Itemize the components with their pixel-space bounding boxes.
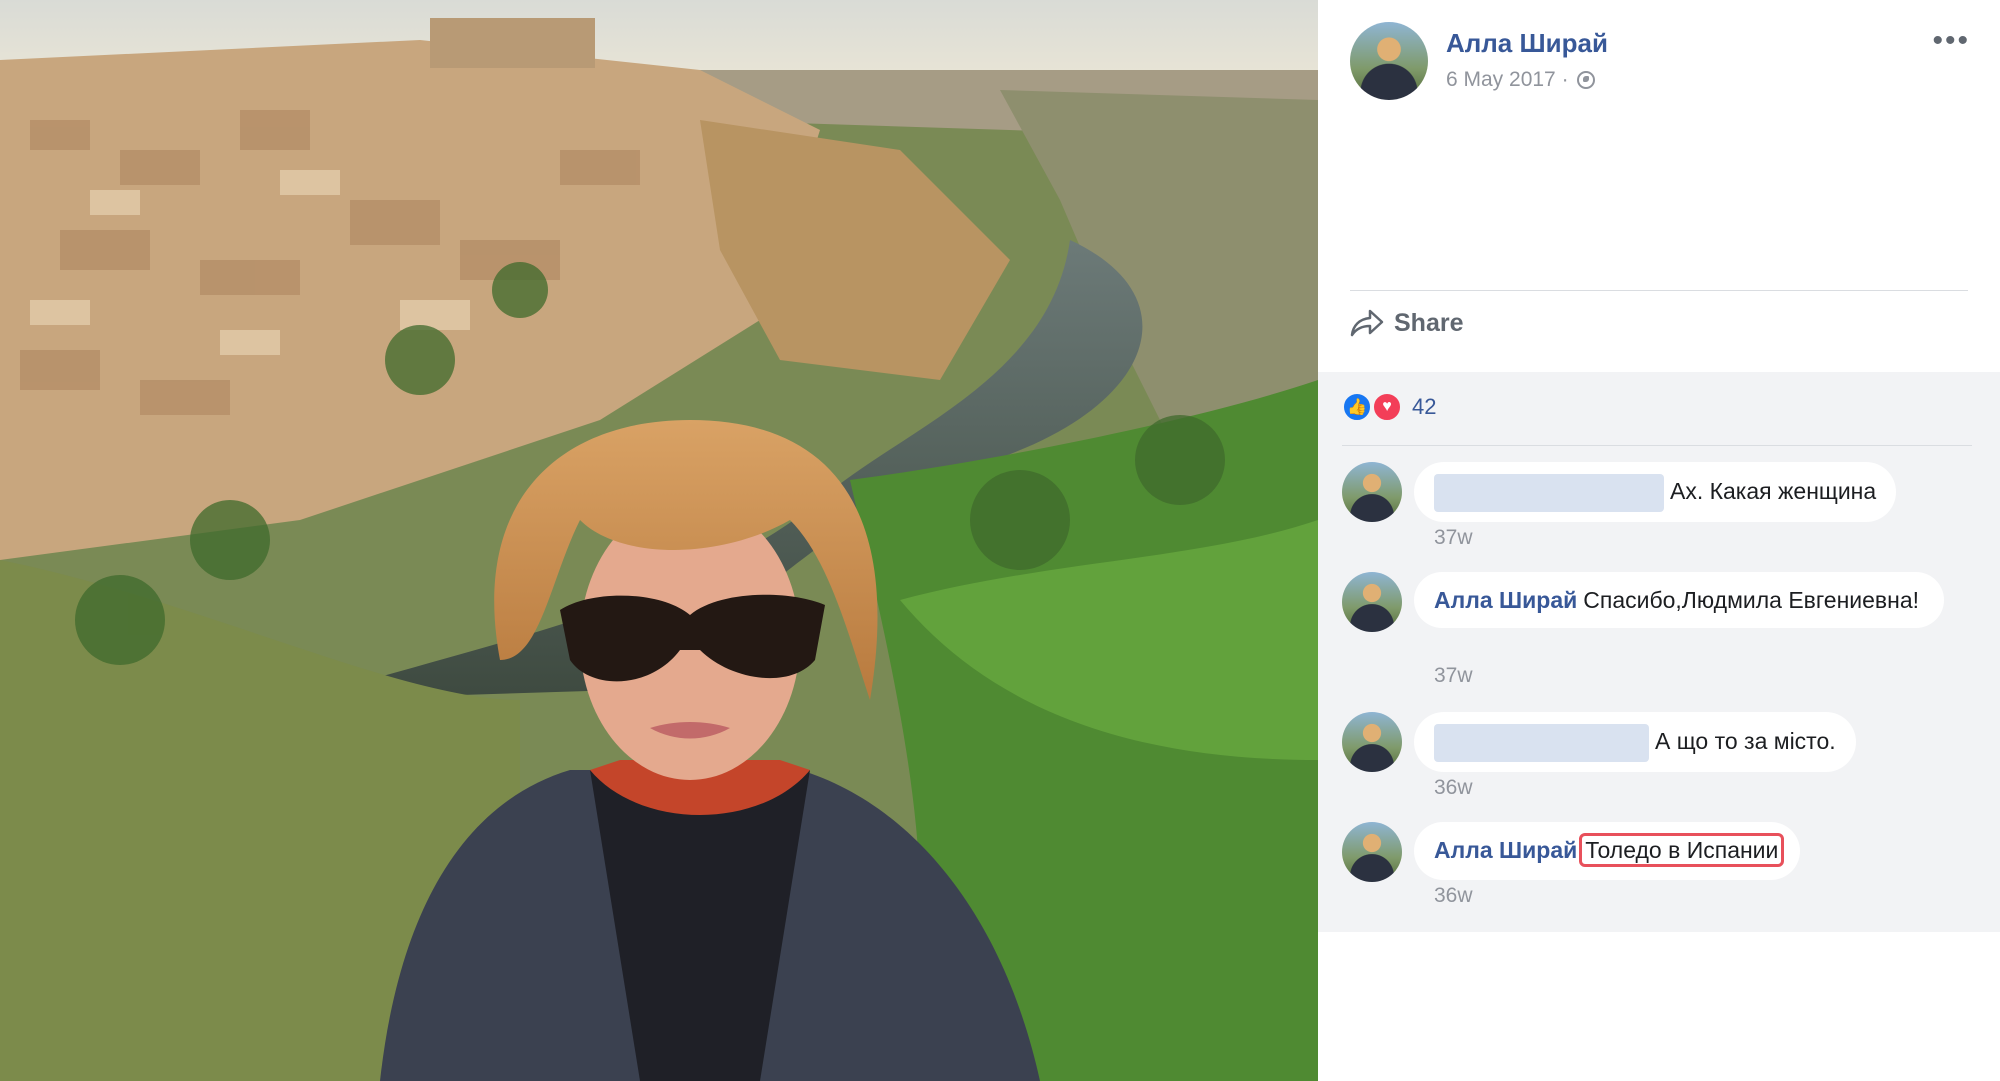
commenter-avatar[interactable]	[1342, 712, 1402, 772]
toledo-landscape-photo	[0, 0, 1318, 1081]
post-side-panel: Алла Ширай 6 May 2017 · ••• Share 👍 ♥ 42…	[1318, 0, 2000, 1081]
comments-section: 👍 ♥ 42 Ах. Какая женщина 37w Алла Ширай С…	[1318, 372, 2000, 932]
comment-text: Ах. Какая женщина	[1670, 478, 1877, 505]
commenter-avatar[interactable]	[1342, 572, 1402, 632]
share-arrow-icon	[1350, 309, 1384, 337]
comment-text: А що то за місто.	[1655, 728, 1836, 755]
post-meta: 6 May 2017 ·	[1446, 68, 1595, 92]
author-avatar[interactable]	[1350, 22, 1428, 100]
redacted-commenter-name	[1434, 474, 1664, 512]
comment-timestamp[interactable]: 37w	[1434, 526, 1473, 550]
comment-bubble: Алла Ширай Толедо в Испании	[1414, 822, 1801, 880]
commenter-name-link[interactable]: Алла Ширай	[1434, 587, 1577, 613]
love-reaction-icon: ♥	[1372, 392, 1402, 422]
comment-text: Спасибо,Людмила Евгениевна!	[1583, 587, 1920, 613]
highlighted-comment-text: Толедо в Испании	[1579, 833, 1785, 867]
post-date-link[interactable]: 6 May 2017 ·	[1446, 68, 1569, 92]
comment-timestamp[interactable]: 37w	[1434, 664, 1473, 688]
commenter-avatar[interactable]	[1342, 822, 1402, 882]
share-button[interactable]: Share	[1350, 308, 1463, 338]
reactions-summary[interactable]: 👍 ♥ 42	[1342, 392, 1436, 422]
actions-divider	[1350, 290, 1968, 291]
share-label: Share	[1394, 308, 1464, 337]
like-reaction-icon: 👍	[1342, 392, 1372, 422]
comment-timestamp[interactable]: 36w	[1434, 776, 1473, 800]
post-header: Алла Ширай 6 May 2017 · •••	[1318, 0, 2000, 290]
post-photo[interactable]	[0, 0, 1318, 1081]
redacted-commenter-name	[1434, 724, 1649, 762]
reaction-count: 42	[1412, 394, 1437, 419]
comment-bubble: Алла Ширай Спасибо,Людмила Евгениевна!	[1414, 572, 1944, 628]
commenter-avatar[interactable]	[1342, 462, 1402, 522]
commenter-name-link[interactable]: Алла Ширай	[1434, 837, 1577, 863]
comments-divider	[1342, 445, 1972, 446]
more-options-icon[interactable]: •••	[1932, 26, 1970, 56]
comment-timestamp[interactable]: 36w	[1434, 884, 1473, 908]
comment-bubble: А що то за місто.	[1414, 712, 1856, 772]
author-name-link[interactable]: Алла Ширай	[1446, 28, 1608, 59]
globe-icon	[1576, 71, 1595, 89]
comment-bubble: Ах. Какая женщина	[1414, 462, 1897, 522]
